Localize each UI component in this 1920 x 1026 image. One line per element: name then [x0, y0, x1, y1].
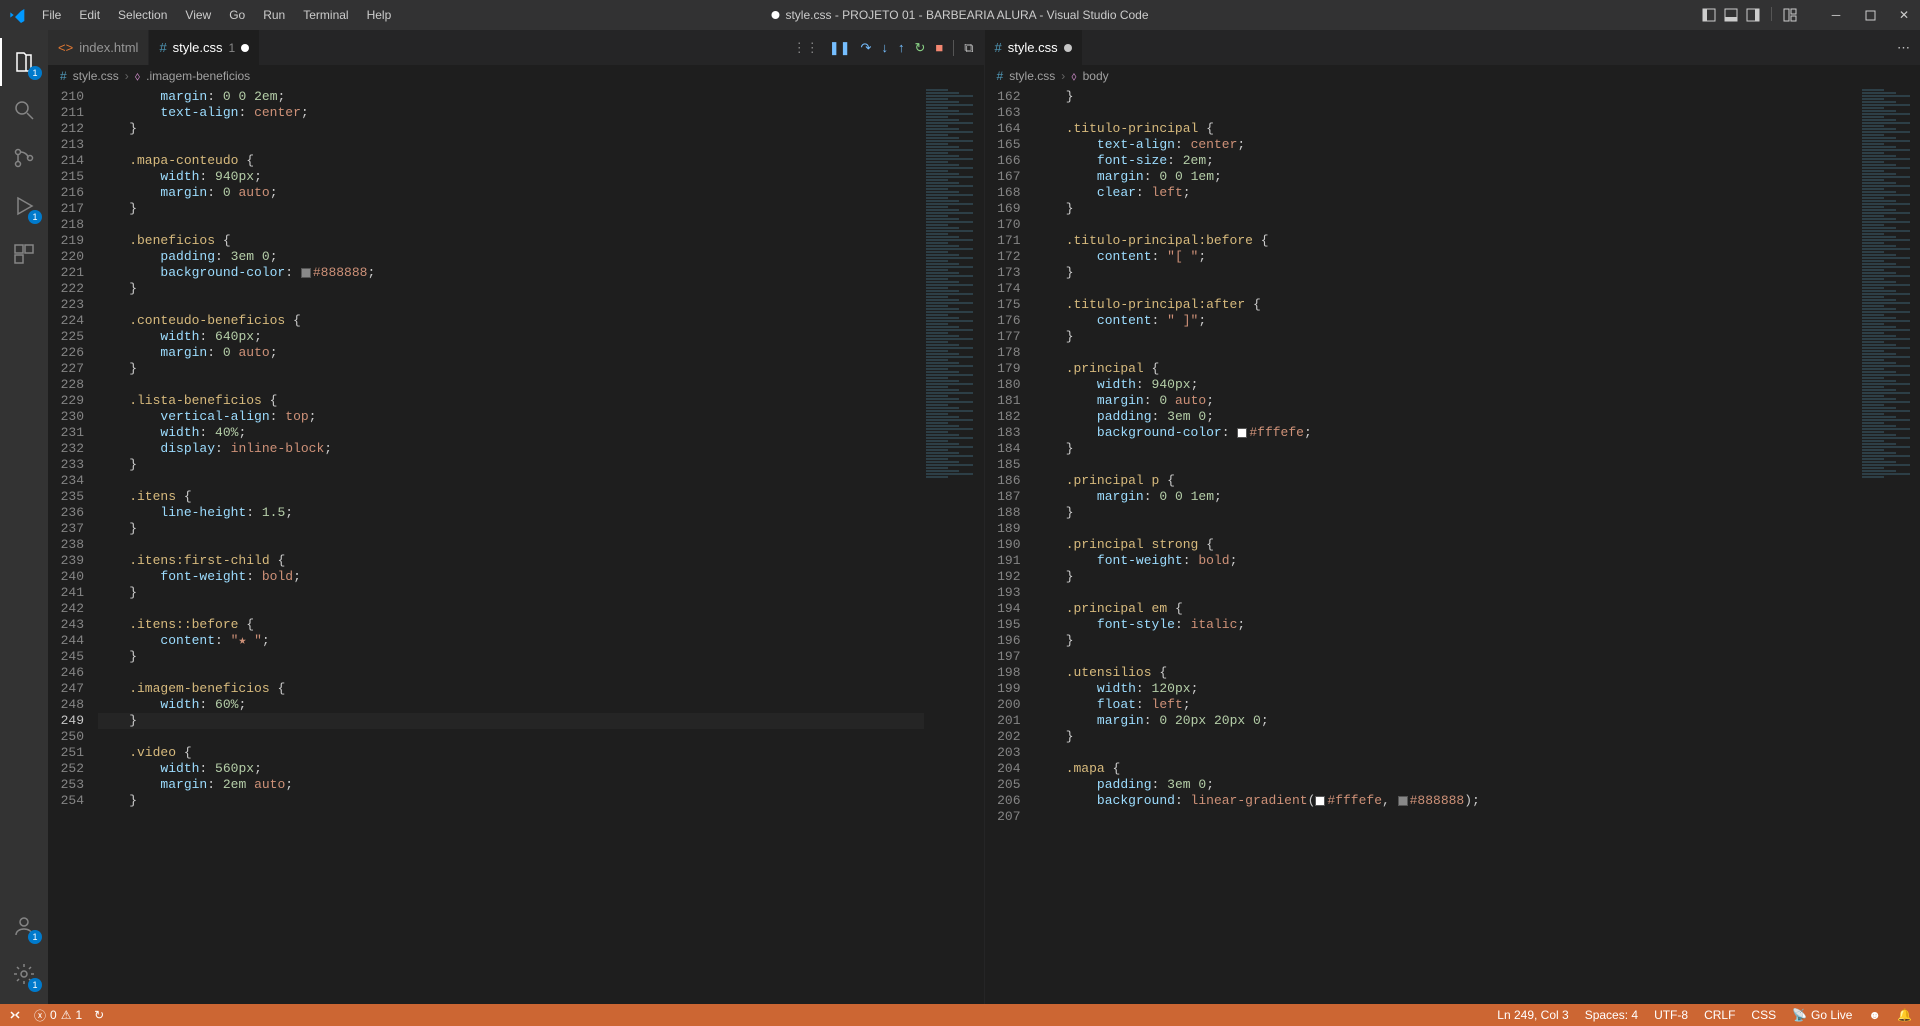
close-icon[interactable]: ✕ — [1896, 7, 1912, 23]
breadcrumb-file[interactable]: style.css — [73, 69, 119, 83]
status-cursor-position[interactable]: Ln 249, Col 3 — [1497, 1008, 1568, 1022]
accounts-badge: 1 — [28, 930, 42, 944]
tabs-bar-left: <> index.html # style.css 1 ⋮⋮ ❚❚ ↷ ↓ ↑ … — [48, 30, 984, 65]
explorer-badge: 1 — [28, 66, 42, 80]
window-title: style.css - PROJETO 01 - BARBEARIA ALURA… — [771, 8, 1148, 22]
menu-run[interactable]: Run — [255, 4, 293, 26]
debug-badge: 1 — [28, 210, 42, 224]
editor-group-left: <> index.html # style.css 1 ⋮⋮ ❚❚ ↷ ↓ ↑ … — [48, 30, 985, 1004]
symbol-icon: ⬨ — [135, 69, 140, 84]
activity-explorer[interactable]: 1 — [0, 38, 48, 86]
status-feedback-icon[interactable]: ☻ — [1868, 1008, 1881, 1022]
status-debug-icon[interactable]: ↻ — [94, 1008, 104, 1022]
css-file-icon: # — [159, 40, 166, 55]
minimap-right[interactable] — [1860, 87, 1920, 1004]
debug-drag-icon[interactable]: ⋮⋮ — [793, 40, 819, 56]
warning-icon: ⚠ — [61, 1008, 72, 1022]
symbol-icon: ⬨ — [1071, 69, 1076, 84]
line-numbers: 2102112122132142152162172182192202212222… — [48, 87, 98, 1004]
menu-terminal[interactable]: Terminal — [295, 4, 356, 26]
css-file-icon: # — [60, 69, 67, 83]
activity-run-debug[interactable]: 1 — [0, 182, 48, 230]
status-bell-icon[interactable]: 🔔 — [1897, 1008, 1912, 1022]
activity-bar: 1 1 1 1 — [0, 30, 48, 1004]
debug-browser-icon[interactable]: ⧉ — [964, 40, 973, 56]
title-bar: File Edit Selection View Go Run Terminal… — [0, 0, 1920, 30]
panel-right-icon[interactable] — [1745, 7, 1761, 23]
editor-left[interactable]: 2102112122132142152162172182192202212222… — [48, 87, 984, 1004]
activity-source-control[interactable] — [0, 134, 48, 182]
layout-customize-icon[interactable] — [1782, 7, 1798, 23]
menu-file[interactable]: File — [34, 4, 69, 26]
dirty-indicator-icon — [1064, 44, 1072, 52]
tab-label: style.css — [173, 40, 223, 55]
code-content[interactable]: margin: 0 0 2em; text-align: center; } .… — [98, 87, 924, 1004]
css-file-icon: # — [995, 40, 1002, 55]
breadcrumbs-right[interactable]: # style.css › ⬨ body — [985, 65, 1920, 87]
activity-search[interactable] — [0, 86, 48, 134]
debug-step-out-icon[interactable]: ↑ — [898, 40, 905, 55]
tab-style-css[interactable]: # style.css 1 — [149, 30, 260, 65]
menu-view[interactable]: View — [177, 4, 219, 26]
tab-style-css-right[interactable]: # style.css — [985, 30, 1083, 65]
tabs-bar-right: # style.css ⋯ — [985, 30, 1920, 65]
html-file-icon: <> — [58, 40, 73, 55]
tab-index-html[interactable]: <> index.html — [48, 30, 149, 65]
more-actions-icon[interactable]: ⋯ — [1897, 40, 1910, 56]
status-eol[interactable]: CRLF — [1704, 1008, 1735, 1022]
status-problems[interactable]: ⓧ0 ⚠1 — [34, 1007, 82, 1024]
menu-help[interactable]: Help — [359, 4, 400, 26]
tab-group-number: 1 — [229, 41, 236, 55]
minimize-icon[interactable]: ─ — [1828, 7, 1844, 23]
editor-right[interactable]: 1621631641651661671681691701711721731741… — [985, 87, 1920, 1004]
status-indentation[interactable]: Spaces: 4 — [1585, 1008, 1638, 1022]
panel-bottom-icon[interactable] — [1723, 7, 1739, 23]
menu-go[interactable]: Go — [221, 4, 253, 26]
error-icon: ⓧ — [34, 1007, 46, 1024]
menu-bar: File Edit Selection View Go Run Terminal… — [34, 4, 399, 26]
tab-label: style.css — [1008, 40, 1058, 55]
dirty-indicator-icon — [241, 44, 249, 52]
code-content[interactable]: } .titulo-principal { text-align: center… — [1035, 87, 1861, 1004]
status-bar: ⓧ0 ⚠1 ↻ Ln 249, Col 3 Spaces: 4 UTF-8 CR… — [0, 1004, 1920, 1026]
breadcrumb-symbol[interactable]: .imagem-beneficios — [146, 69, 250, 83]
minimap-left[interactable] — [924, 87, 984, 1004]
maximize-icon[interactable] — [1862, 7, 1878, 23]
status-encoding[interactable]: UTF-8 — [1654, 1008, 1688, 1022]
tab-actions-right: ⋯ — [1887, 30, 1920, 65]
menu-edit[interactable]: Edit — [71, 4, 108, 26]
editor-group-right: # style.css ⋯ # style.css › ⬨ body 16216… — [985, 30, 1920, 1004]
breadcrumbs-left[interactable]: # style.css › ⬨ .imagem-beneficios — [48, 65, 984, 87]
breadcrumb-symbol[interactable]: body — [1083, 69, 1109, 83]
line-numbers: 1621631641651661671681691701711721731741… — [985, 87, 1035, 1004]
vscode-logo-icon — [8, 6, 26, 24]
panel-left-icon[interactable] — [1701, 7, 1717, 23]
debug-step-into-icon[interactable]: ↓ — [881, 40, 888, 55]
activity-settings[interactable]: 1 — [0, 950, 48, 998]
status-remote-icon[interactable] — [8, 1008, 22, 1022]
layout-controls — [1701, 7, 1798, 23]
activity-accounts[interactable]: 1 — [0, 902, 48, 950]
activity-extensions[interactable] — [0, 230, 48, 278]
breadcrumb-file[interactable]: style.css — [1009, 69, 1055, 83]
status-language[interactable]: CSS — [1751, 1008, 1776, 1022]
broadcast-icon: 📡 — [1792, 1008, 1807, 1022]
debug-pause-icon[interactable]: ❚❚ — [829, 40, 851, 56]
debug-restart-icon[interactable]: ↻ — [914, 40, 925, 56]
settings-badge: 1 — [28, 978, 42, 992]
debug-toolbar: ⋮⋮ ❚❚ ↷ ↓ ↑ ↻ ■ ⧉ — [783, 30, 984, 65]
debug-step-over-icon[interactable]: ↷ — [861, 40, 872, 56]
debug-stop-icon[interactable]: ■ — [935, 40, 943, 55]
css-file-icon: # — [997, 69, 1004, 83]
status-go-live[interactable]: 📡 Go Live — [1792, 1008, 1852, 1022]
tab-label: index.html — [79, 40, 138, 55]
menu-selection[interactable]: Selection — [110, 4, 175, 26]
